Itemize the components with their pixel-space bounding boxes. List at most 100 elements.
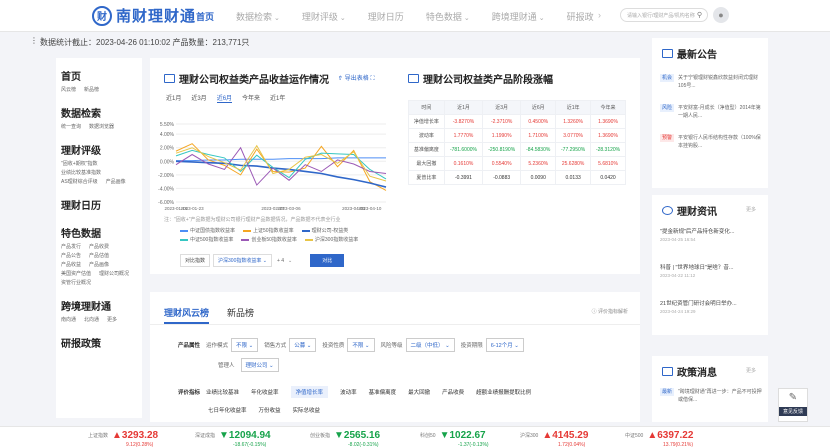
sidebar-item[interactable]: 风云榜 [61,86,76,95]
metric-option[interactable]: 波动率 [340,388,357,396]
index-ticker[interactable]: 上证指数 ▲3293.28 9.12(0.28%) [88,430,158,448]
news-item[interactable]: 科普 | "世界地球日"是啥？昔... 2023-04-22 11:12 [660,263,762,278]
index-ticker[interactable]: 科创50 ▼1022.67 -1.37(-0.13%) [420,430,489,448]
announcement-item[interactable]: 预警 平安银行人民币结构性存款（100%保本挂钩股... [660,134,762,150]
nav-next-arrow[interactable]: › [598,10,601,20]
legend-item[interactable]: 理财公司-权益类 [301,227,348,236]
logo[interactable]: 财 南财理财通 [92,5,196,26]
legend-item[interactable]: 中证500指数收益率 [180,236,233,245]
sidebar-item[interactable]: 产品画像 [89,261,109,270]
sidebar-item[interactable]: 美国资产估值 [61,270,91,279]
sidebar-item[interactable]: 数据浏览器 [89,123,114,132]
period-tab[interactable]: 近1月 [166,93,181,103]
sidebar-item[interactable]: 业绩比较基准指数 [61,169,101,178]
metric-option[interactable]: 年化收益率 [251,388,279,396]
sidebar-item[interactable]: 产品收益 [61,261,81,270]
sidebar-section-title[interactable]: 数据检索 [61,105,142,120]
filter-select[interactable]: 不限 ⌄ [347,338,375,352]
sidebar-section-title[interactable]: 跨境理财通 [61,298,142,313]
metric-option[interactable]: 万份收益 [259,406,281,414]
sidebar-section-title[interactable]: 特色数据 [61,225,142,240]
sidebar-item[interactable]: 南向通 [61,316,76,325]
metric-option[interactable]: 超额业绩报酬提取比例 [476,388,531,396]
sidebar-item[interactable]: 北向通 [84,316,99,325]
sidebar-section-title[interactable]: 研报政策 [61,335,142,350]
tab-ranking[interactable]: 理财风云榜 [164,306,210,324]
metric-option[interactable]: 产品收费 [442,388,464,396]
policy-item[interactable]: 最新 "跨境理财通"再进一步：产品不可投押或借保... [660,388,762,404]
sidebar-item[interactable]: 新品榜 [84,86,99,95]
sidebar-item[interactable]: 统一查询 [61,123,81,132]
metric-option[interactable]: 净值增长率 [290,386,329,398]
compare-button[interactable]: 对比 [310,254,345,267]
sidebar-section-title[interactable]: 理财评级 [61,142,142,157]
table-header-cell: 近6月 [520,100,557,115]
user-avatar-icon[interactable]: ● [713,7,729,23]
sidebar-item[interactable]: 资管行业概况 [61,279,91,288]
nav-item-4[interactable]: 特色数据 ⌄ [426,10,470,23]
filter-select-value: 6-12个月 [490,343,513,349]
index-ticker[interactable]: 创业板指 ▼2565.16 -8.02(-0.31%) [310,430,380,448]
compare-dropdown-icon[interactable]: ⌄ [288,258,292,264]
sidebar-item[interactable]: 理财公司概况 [99,270,129,279]
sidebar-section-title[interactable]: 理财日历 [61,197,142,212]
index-ticker[interactable]: 中证500 ▲6397.22 13.79(0.21%) [625,430,693,448]
compare-index-select[interactable]: 沪深300指数收益率 ⌄ [213,254,272,267]
nav-item-2[interactable]: 理财评级 ⌄ [302,10,346,23]
metric-option[interactable]: 七日年化收益率 [208,406,247,414]
announcement-item[interactable]: 机会 关于宁银理财锐鑫欣款益封闭式理财105号... [660,74,762,90]
legend-item[interactable]: 上证50指数收益率 [243,227,294,236]
export-table-button[interactable]: ⇮ 导出表格 ⛶ [338,73,375,83]
manager-select[interactable]: 理财公司 ⌄ [240,358,279,372]
sidebar-item[interactable]: 更多 [107,316,117,325]
announcement-text: 平安财富-月成长（净值型）2014年第一期人民... [678,105,761,119]
filter-select[interactable]: 公募 ⌄ [289,338,317,352]
index-ticker[interactable]: 深证成指 ▼12094.94 -18.67(-0.15%) [195,430,271,448]
news-item[interactable]: "提金新规"后产品持仓新变化... 2023-04-25 16:54 [660,227,762,242]
filter-select[interactable]: 二级（中低） ⌄ [405,338,455,352]
metric-help-link[interactable]: ⓘ 评价指标解析 [592,308,628,315]
sidebar-item[interactable]: 产品画像 [106,178,126,187]
nav-item-6[interactable]: 研报政 [567,10,594,23]
policy-more-link[interactable]: 更多 [746,367,756,374]
compare-add-count[interactable]: + 4 [277,258,284,264]
sidebar-item[interactable]: "固收+期权"指数 [61,160,97,169]
announcement-item[interactable]: 风险 平安财富-月成长（净值型）2014年第一期人民... [660,104,762,120]
sidebar-item[interactable]: 产品公告 [61,252,81,261]
period-tab[interactable]: 近1年 [270,93,285,103]
info-more-link[interactable]: 更多 [746,206,756,213]
index-ticker[interactable]: 沪深300 ▲4145.29 1.72(0.04%) [520,430,588,448]
period-tab[interactable]: 今年来 [242,93,260,103]
announcement-icon [662,49,673,58]
legend-item[interactable]: 沪深300指数收益率 [304,236,358,245]
sidebar-item[interactable]: 产品估值 [89,252,109,261]
metric-option[interactable]: 业绩比较基准 [206,388,239,396]
nav-item-0[interactable]: 首页 [196,10,214,23]
feedback-button[interactable]: ✎ 意见反馈 [778,388,808,422]
legend-item[interactable]: 创业板50指数收益率 [241,236,297,245]
period-tab[interactable]: 近3月 [191,93,206,103]
menu-icon[interactable]: ⋮⋮ [30,36,46,45]
announcement-text: 平安银行人民币结构性存款（100%保本挂钩股... [678,135,761,149]
metric-option[interactable]: 最大回撤 [408,388,430,396]
metric-option[interactable]: 实际总收益 [293,406,321,414]
filter-select[interactable]: 6-12个月 ⌄ [485,338,524,352]
search-icon[interactable]: ⚲ [697,11,702,19]
legend-item[interactable]: 中证国债指数收益率 [180,227,235,236]
index-name: 沪深300 [520,433,539,439]
series-line-1[interactable] [175,143,387,191]
period-tab[interactable]: 近6月 [216,93,233,103]
nav-item-5[interactable]: 跨境理财通 ⌄ [492,10,545,23]
nav-item-1[interactable]: 数据检索 ⌄ [236,10,280,23]
metric-option[interactable]: 基准偏离度 [369,388,397,396]
sidebar-section-title[interactable]: 首页 [61,68,142,83]
sidebar-item[interactable]: AS理财综合评级 [61,178,98,187]
nav-item-3[interactable]: 理财日历 [368,10,404,23]
tab-new-products[interactable]: 新品榜 [227,306,254,324]
news-item[interactable]: 21世纪资管门研讨会明日举办... 2023-04-24 19:29 [660,299,762,314]
sidebar-item[interactable]: 产品收费 [89,243,109,252]
sidebar-item[interactable]: 产品发行 [61,243,81,252]
search-input[interactable]: 请输入银行/理财产品/机构名称 ⚲ [620,8,708,22]
logo-text: 南财理财通 [116,8,197,25]
filter-select[interactable]: 不限 ⌄ [231,338,259,352]
